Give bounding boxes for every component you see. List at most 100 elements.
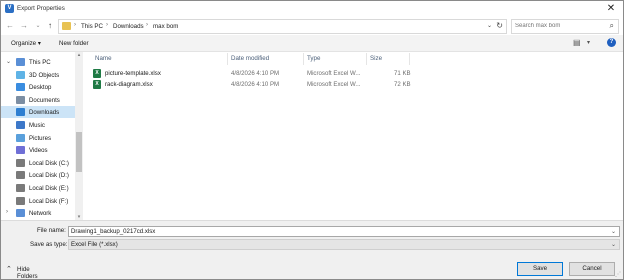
sidebar-item-label: Local Disk (F:): [29, 197, 69, 205]
column-header-name[interactable]: Name: [95, 55, 112, 62]
column-header-size[interactable]: Size: [370, 55, 382, 62]
sidebar-item-label: Local Disk (E:): [29, 185, 69, 192]
breadcrumb-max-bom[interactable]: max bom: [153, 23, 178, 30]
file-size: 72 KB: [394, 81, 411, 88]
pc-icon: [16, 58, 25, 66]
save-button[interactable]: Save: [517, 262, 563, 276]
sidebar-item[interactable]: › Network: [1, 207, 75, 219]
disk-icon: [16, 196, 25, 205]
recent-locations-button[interactable]: ⌄: [33, 20, 43, 32]
file-name: rack-diagram.xlsx: [105, 81, 153, 88]
scrollbar-thumb[interactable]: [76, 132, 82, 172]
command-bar: Organize ▾ New folder ▤ ▾ ?: [1, 35, 623, 52]
column-divider[interactable]: [303, 53, 304, 65]
app-icon: V: [5, 4, 14, 13]
save-options-panel: File name: Drawing1_backup_0217cd.xlsx ⌄…: [1, 220, 623, 280]
scroll-up-arrow[interactable]: ▴: [75, 52, 83, 58]
close-button[interactable]: ✕: [605, 3, 617, 15]
videos-icon: [16, 146, 25, 155]
sidebar-item[interactable]: Local Disk (D:): [1, 169, 75, 181]
sidebar-item-label: Pictures: [29, 134, 52, 142]
chevron-up-icon: ⌃: [6, 266, 12, 273]
network-icon: [16, 209, 25, 218]
file-list: Name Date modified Type Size Xpicture-te…: [83, 52, 623, 220]
search-input[interactable]: [515, 22, 597, 30]
title-bar: V Export Properties ✕: [1, 1, 623, 17]
file-name-dropdown-icon[interactable]: ⌄: [611, 228, 616, 235]
column-divider[interactable]: [409, 53, 410, 65]
sidebar-item[interactable]: Documents: [1, 94, 75, 106]
crumb-separator: ›: [146, 22, 148, 28]
address-bar[interactable]: › This PC › Downloads › max bom ⌄ ↻: [58, 19, 507, 34]
sidebar-item-label: Documents: [29, 96, 60, 104]
refresh-icon[interactable]: ↻: [496, 21, 503, 30]
search-box[interactable]: ⌕: [511, 19, 619, 34]
sidebar-item-label: Desktop: [29, 84, 52, 92]
desktop-icon: [16, 83, 25, 92]
file-name-label: File name:: [37, 227, 66, 234]
save-dialog: V Export Properties ✕ ← → ⌄ ↑ › This PC …: [0, 0, 624, 280]
help-icon[interactable]: ?: [607, 38, 616, 47]
view-options-icon[interactable]: ▤: [573, 38, 581, 47]
excel-file-icon: X: [93, 80, 101, 89]
column-header-date[interactable]: Date modified: [231, 55, 269, 62]
sidebar-item-label: This PC: [29, 59, 51, 66]
music-icon: [16, 121, 25, 129]
file-name-field[interactable]: Drawing1_backup_0217cd.xlsx ⌄: [68, 226, 620, 237]
sidebar-item-label: Videos: [29, 147, 48, 155]
save-as-type-select[interactable]: Excel File (*.xlsx) ⌄: [68, 239, 620, 250]
navigation-scrollbar[interactable]: ▴ ▾: [75, 52, 83, 220]
chevron-down-icon[interactable]: ⌄: [6, 58, 11, 65]
disk-icon: [16, 184, 25, 192]
hide-folders-label: Hide Folders: [17, 266, 38, 280]
excel-file-icon: X: [93, 69, 101, 78]
sidebar-item[interactable]: Videos: [1, 144, 75, 156]
pictures-icon: [16, 133, 25, 142]
sidebar-item[interactable]: Local Disk (E:): [1, 182, 75, 194]
file-type: Microsoft Excel W...: [307, 70, 361, 77]
sidebar-item-label: Music: [29, 122, 45, 129]
sidebar-item[interactable]: Desktop: [1, 81, 75, 93]
file-size: 71 KB: [394, 70, 411, 77]
sidebar-item[interactable]: Pictures: [1, 132, 75, 144]
organize-button[interactable]: Organize ▾: [11, 40, 41, 47]
file-type: Microsoft Excel W...: [307, 81, 361, 88]
sidebar-item-label: Local Disk (C:): [29, 159, 69, 167]
sidebar-item[interactable]: ⌄ This PC: [1, 56, 75, 68]
window-title: Export Properties: [17, 5, 65, 12]
sidebar-item-label: 3D Objects: [29, 71, 60, 79]
view-dropdown-icon[interactable]: ▾: [587, 39, 590, 46]
column-header-type[interactable]: Type: [307, 55, 320, 62]
sidebar-item-label: Local Disk (D:): [29, 172, 69, 180]
breadcrumb-this-pc[interactable]: This PC: [81, 23, 103, 30]
save-as-type-value[interactable]: Excel File (*.xlsx): [71, 241, 118, 248]
file-row[interactable]: Xrack-diagram.xlsx 4/8/2026 4:10 PM Micros…: [89, 80, 411, 90]
chevron-right-icon[interactable]: ›: [6, 209, 8, 215]
column-divider[interactable]: [366, 53, 367, 65]
sidebar-item[interactable]: Local Disk (F:): [1, 195, 75, 207]
sidebar-item[interactable]: 3D Objects: [1, 69, 75, 81]
chevron-down-icon[interactable]: ⌄: [611, 241, 616, 248]
address-dropdown-icon[interactable]: ⌄: [487, 22, 492, 29]
file-name: picture-template.xlsx: [105, 70, 161, 77]
download-icon: [16, 108, 25, 117]
forward-button[interactable]: →: [19, 20, 29, 32]
sidebar-item[interactable]: Local Disk (C:): [1, 157, 75, 169]
back-button[interactable]: ←: [5, 20, 15, 32]
save-as-type-label: Save as type:: [30, 241, 68, 248]
file-row[interactable]: Xpicture-template.xlsx 4/8/2026 4:10 PM Mi…: [89, 69, 411, 79]
folder-icon: [62, 22, 71, 30]
crumb-separator: ›: [74, 22, 76, 28]
resize-grip-icon[interactable]: ⋰: [615, 271, 621, 278]
search-icon[interactable]: ⌕: [610, 21, 614, 31]
navigation-bar: ← → ⌄ ↑ › This PC › Downloads › max bom …: [1, 17, 623, 35]
breadcrumb-downloads[interactable]: Downloads: [113, 23, 144, 30]
crumb-separator: ›: [106, 22, 108, 28]
column-divider[interactable]: [227, 53, 228, 65]
sidebar-item[interactable]: Downloads: [1, 106, 75, 119]
cancel-button[interactable]: Cancel: [569, 262, 615, 276]
file-name-value[interactable]: Drawing1_backup_0217cd.xlsx: [71, 228, 155, 235]
sidebar-item[interactable]: Music: [1, 119, 75, 131]
up-button[interactable]: ↑: [45, 20, 55, 32]
new-folder-button[interactable]: New folder: [59, 40, 89, 47]
